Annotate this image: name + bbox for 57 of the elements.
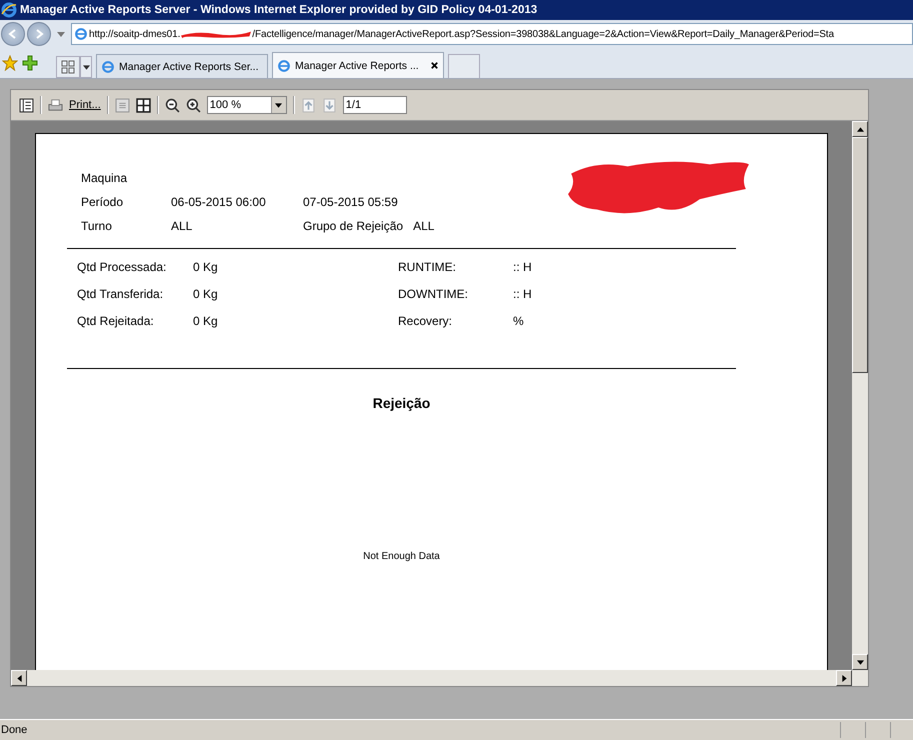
redaction-mark bbox=[181, 29, 252, 39]
print-button[interactable]: Print... bbox=[69, 99, 101, 111]
zoom-dropdown[interactable]: 100 % bbox=[206, 96, 287, 114]
scroll-left-icon[interactable] bbox=[16, 674, 22, 682]
field-value: ALL bbox=[413, 219, 434, 233]
empty-message: Not Enough Data bbox=[363, 551, 440, 562]
field-label: Período bbox=[81, 195, 124, 209]
caret-icon bbox=[275, 102, 282, 108]
field-label: Maquina bbox=[81, 171, 128, 185]
status-text: Done bbox=[0, 724, 28, 736]
field-label: 07-05-2015 05:59 bbox=[303, 195, 398, 209]
scroll-right-icon[interactable] bbox=[842, 674, 846, 682]
section-title: Rejeição bbox=[372, 395, 430, 411]
stat-label: Qtd Transferida: bbox=[77, 286, 164, 300]
grid-icon bbox=[61, 60, 75, 74]
forward-button[interactable] bbox=[27, 22, 51, 46]
vertical-scrollbar[interactable] bbox=[852, 121, 868, 670]
field-value: 06-05-2015 06:00 bbox=[171, 195, 267, 209]
browser-logo-icon bbox=[1, 2, 17, 18]
star-icon[interactable] bbox=[2, 55, 18, 71]
zoom-in-icon[interactable] bbox=[186, 98, 201, 112]
printer-icon[interactable] bbox=[48, 98, 63, 112]
page-icon bbox=[74, 27, 88, 41]
document-icon[interactable] bbox=[19, 98, 34, 112]
dropdown-icon[interactable] bbox=[57, 32, 65, 36]
add-favorite-icon[interactable] bbox=[22, 55, 38, 71]
page-field[interactable]: 1/1 bbox=[342, 96, 407, 114]
page-icon bbox=[101, 60, 115, 74]
field-value: ALL bbox=[171, 219, 194, 233]
stat-value: 0 Kg bbox=[193, 260, 219, 274]
window-title: Manager Active Reports Server - Windows Internet Explorer provided by GID Policy 04-01-2013 bbox=[20, 4, 538, 16]
tab-list-button[interactable] bbox=[80, 56, 92, 78]
stat-label: Qtd Processada: bbox=[77, 260, 168, 274]
browser-tab[interactable]: Manager Active Reports ... bbox=[272, 52, 444, 78]
horizontal-scrollbar[interactable] bbox=[11, 670, 868, 686]
scroll-up-icon[interactable] bbox=[856, 126, 864, 132]
caret-icon bbox=[82, 64, 90, 70]
stat-label: Recovery: bbox=[398, 314, 454, 328]
field-label: Grupo de Rejeição bbox=[303, 219, 404, 233]
page-icon bbox=[277, 58, 291, 72]
close-icon[interactable] bbox=[430, 61, 439, 70]
field-label: Turno bbox=[81, 219, 113, 233]
stat-label: RUNTIME: bbox=[398, 260, 457, 274]
stat-value: :: H bbox=[513, 286, 532, 300]
stat-value: 0 Kg bbox=[193, 314, 219, 328]
stat-label: Qtd Rejeitada: bbox=[77, 314, 155, 328]
quick-tabs-button[interactable] bbox=[56, 56, 80, 78]
back-button[interactable] bbox=[1, 22, 25, 46]
zoom-out-icon[interactable] bbox=[164, 98, 180, 112]
address-field[interactable]: http://soaitp-dmes01. /Factelligence/manager/ManagerActiveReport.asp?Session=398038&Language=2&Action=View&Report=Daily_Manager&Period=Sta bbox=[71, 23, 913, 45]
stat-value: :: H bbox=[513, 260, 532, 274]
scroll-down-icon[interactable] bbox=[856, 660, 864, 664]
browser-tab[interactable]: Manager Active Reports Ser... bbox=[96, 54, 268, 78]
stat-value: 0 Kg bbox=[193, 286, 219, 300]
stat-label: DOWNTIME: bbox=[398, 286, 469, 300]
stat-value: % bbox=[513, 314, 524, 328]
multi-page-icon[interactable] bbox=[136, 98, 151, 112]
